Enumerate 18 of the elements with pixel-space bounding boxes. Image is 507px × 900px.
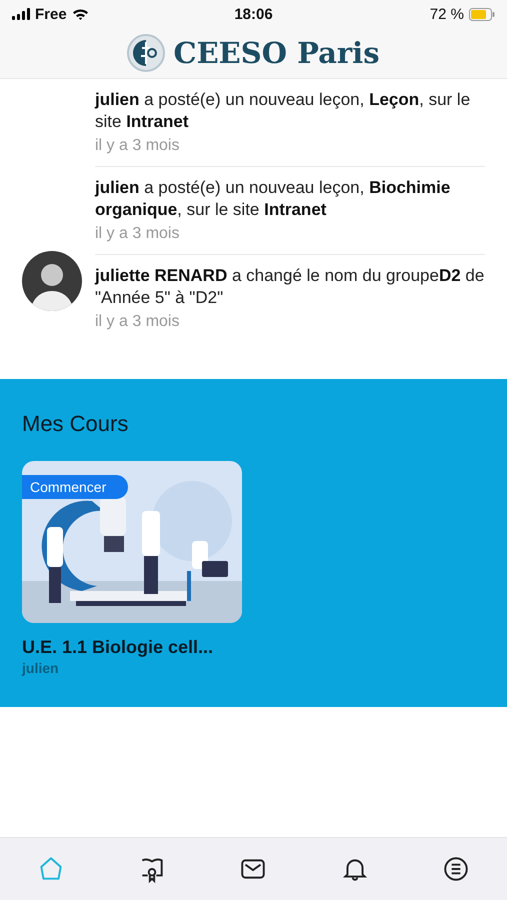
course-title[interactable]: U.E. 1.1 Biologie cell... — [22, 637, 242, 658]
activity-text: juliette RENARD a changé le nom du groupeD2 de "Année 5" à "D2" — [95, 265, 485, 309]
activity-time: il y a 3 mois — [95, 225, 180, 243]
signal-icon — [12, 8, 30, 20]
battery-icon — [469, 8, 495, 20]
carrier-name: Free — [35, 6, 67, 22]
app-title: CEESO Paris — [173, 36, 380, 70]
course-author: julien — [22, 660, 60, 676]
start-badge[interactable]: Commencer — [22, 475, 128, 499]
section-heading: Mes Cours — [22, 411, 130, 437]
activity-text: julien a posté(e) un nouveau leçon, Biochimie organique, sur le site Intranet — [95, 177, 452, 221]
battery-percent: 72 % — [430, 6, 464, 22]
activity-time: il y a 3 mois — [95, 137, 180, 155]
clock-time: 18:06 — [234, 6, 273, 22]
activity-time: il y a 3 mois — [95, 313, 180, 331]
wifi-icon — [72, 8, 89, 20]
logo-icon — [127, 34, 166, 72]
activity-text: julien a posté(e) un nouveau leçon, Leçon, sur le site Intranet — [95, 89, 472, 133]
